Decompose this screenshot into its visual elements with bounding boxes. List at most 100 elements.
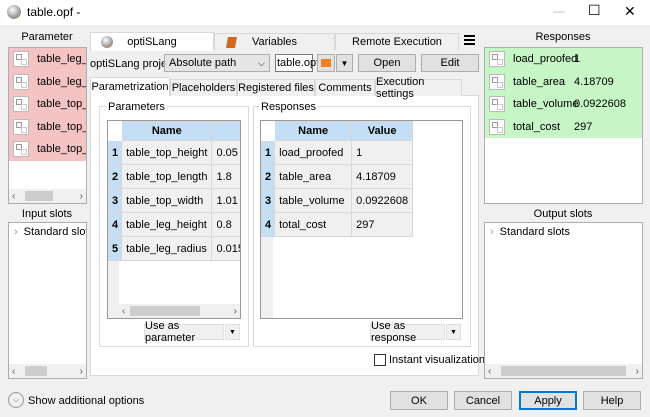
- chevron-down-icon: ⌵: [258, 57, 265, 68]
- ok-button[interactable]: OK: [390, 391, 448, 410]
- response-list-item[interactable]: table_area 4.18709: [485, 71, 642, 93]
- parameters-table[interactable]: Name 1 table_top_height 0.05 2 table_top_leng…: [107, 120, 241, 319]
- project-mode-dropdown[interactable]: Absolute path ⌵: [164, 54, 270, 72]
- responses-table[interactable]: Name Value 1 load_proofed 1 2 table_area 4.1870…: [260, 120, 463, 319]
- minimize-button[interactable]: —: [553, 4, 565, 18]
- responses-label: Responses: [535, 31, 591, 43]
- response-list-item[interactable]: total_cost 297: [485, 116, 642, 138]
- parameter-list-item[interactable]: table_leg_height: [9, 48, 86, 70]
- expand-options-icon[interactable]: ⌵: [8, 392, 24, 408]
- table-row[interactable]: 1 table_top_height 0.05: [108, 140, 240, 165]
- show-additional-options[interactable]: Show additional options: [28, 395, 144, 407]
- horizontal-scrollbar[interactable]: ‹ ›: [119, 304, 240, 318]
- value-cell[interactable]: 0.8: [211, 212, 240, 237]
- name-cell[interactable]: table_top_width: [121, 188, 213, 213]
- apply-button[interactable]: Apply: [519, 391, 577, 410]
- responses-list[interactable]: load_proofed 1 table_area 4.18709 table_volu…: [484, 47, 643, 204]
- name-cell[interactable]: table_area: [274, 164, 353, 189]
- name-cell[interactable]: table_top_length: [121, 164, 213, 189]
- browse-folder-button[interactable]: [317, 54, 335, 72]
- help-button[interactable]: Help: [583, 391, 641, 410]
- column-header[interactable]: Name: [274, 121, 353, 141]
- table-row[interactable]: 4 table_leg_height 0.8: [108, 212, 240, 237]
- column-header[interactable]: Name: [121, 121, 213, 141]
- parameter-list-item[interactable]: table_top_length: [9, 116, 86, 138]
- name-cell[interactable]: table_leg_radius: [121, 236, 213, 261]
- tab-variables[interactable]: Variables: [214, 33, 335, 50]
- use-as-parameter-dropdown[interactable]: ▼: [225, 324, 240, 340]
- response-list-item[interactable]: table_volume 0.0922608: [485, 93, 642, 115]
- subtab-execution-settings[interactable]: Execution settings: [375, 76, 462, 100]
- horizontal-scrollbar[interactable]: ‹ ›: [485, 364, 642, 378]
- output-slots-label: Output slots: [533, 208, 593, 220]
- open-button[interactable]: Open: [358, 54, 416, 72]
- parameter-list-item[interactable]: table_leg_radius: [9, 71, 86, 93]
- table-header-row: Name Value: [261, 121, 414, 141]
- name-cell[interactable]: table_volume: [274, 188, 353, 213]
- parameter-list[interactable]: table_leg_height table_leg_radius table_to…: [8, 47, 87, 204]
- subtab-parametrization[interactable]: Parametrization: [90, 77, 170, 96]
- input-slots-label: Input slots: [21, 208, 73, 220]
- name-cell[interactable]: load_proofed: [274, 140, 353, 165]
- table-row[interactable]: 4 total_cost 297: [261, 212, 414, 237]
- chevron-right-icon: ›: [490, 226, 494, 238]
- project-file-input[interactable]: table.opf: [275, 54, 319, 72]
- parameter-icon: [13, 96, 29, 112]
- horizontal-scrollbar[interactable]: ‹ ›: [9, 189, 86, 203]
- instant-visualization-checkbox[interactable]: [374, 354, 386, 366]
- response-icon: [489, 73, 505, 90]
- column-header[interactable]: Value: [351, 121, 414, 141]
- value-cell[interactable]: 0.015: [211, 236, 240, 261]
- use-as-parameter-button[interactable]: Use as parameter: [144, 320, 224, 344]
- tab-remote-execution[interactable]: Remote Execution: [335, 33, 459, 50]
- response-list-item[interactable]: load_proofed 1: [485, 48, 642, 70]
- tree-item-standard-slots[interactable]: ›Standard slots: [485, 223, 642, 241]
- response-name: total_cost: [513, 120, 561, 133]
- value-cell[interactable]: 4.18709: [351, 164, 414, 189]
- value-cell[interactable]: 1.8: [211, 164, 240, 189]
- close-button[interactable]: ✕: [624, 3, 636, 20]
- use-as-response-dropdown[interactable]: ▼: [446, 324, 461, 340]
- table-row[interactable]: 2 table_top_length 1.8: [108, 164, 240, 189]
- tab-optislang[interactable]: optiSLang: [90, 32, 214, 51]
- tree-item-standard-slots[interactable]: ›Standard slots: [9, 223, 86, 241]
- output-slots-tree[interactable]: › Standard slots ‹ ›: [484, 222, 643, 379]
- table-row[interactable]: 5table_leg_radius0.015: [108, 236, 240, 261]
- instant-visualization-label: Instant visualization: [389, 354, 485, 366]
- value-cell[interactable]: 0.0922608: [351, 188, 414, 213]
- parameter-list-item[interactable]: table_top_width: [9, 138, 86, 160]
- name-cell[interactable]: table_leg_height: [121, 212, 213, 237]
- parameter-icon: [13, 118, 29, 135]
- horizontal-scrollbar[interactable]: ‹ ›: [9, 364, 86, 378]
- parameters-group-title: Parameters: [106, 101, 167, 113]
- subtab-placeholders[interactable]: Placeholders: [170, 79, 237, 96]
- row-number: 2: [261, 164, 276, 189]
- input-slots-tree[interactable]: ›Standard slots ‹›: [8, 222, 87, 379]
- response-value: 297: [574, 120, 593, 133]
- subtab-registered-files[interactable]: Registered files: [237, 79, 315, 96]
- edit-button[interactable]: Edit: [421, 54, 479, 72]
- value-cell[interactable]: 1: [351, 140, 414, 165]
- parameter-name: table_top_height: [37, 98, 86, 110]
- value-cell[interactable]: 0.05: [211, 140, 240, 165]
- parameter-icon: [13, 73, 29, 90]
- parameter-name: table_leg_radius: [37, 75, 86, 88]
- value-cell[interactable]: 1.01: [211, 188, 240, 213]
- use-as-response-button[interactable]: Use as response: [370, 320, 445, 344]
- parameter-list-item[interactable]: table_top_height: [9, 93, 86, 115]
- variables-icon: [226, 36, 237, 48]
- app-logo-icon: [7, 5, 21, 19]
- table-row[interactable]: 1 load_proofed 1: [261, 140, 414, 165]
- maximize-button[interactable]: ☐: [588, 2, 601, 19]
- table-row[interactable]: 3 table_volume 0.0922608: [261, 188, 414, 213]
- table-row[interactable]: 3 table_top_width 1.01: [108, 188, 240, 213]
- row-number: 5: [108, 236, 123, 261]
- browse-dropdown-button[interactable]: ▼: [336, 54, 353, 72]
- cancel-button[interactable]: Cancel: [454, 391, 512, 410]
- table-row[interactable]: 2 table_area 4.18709: [261, 164, 414, 189]
- subtab-comments[interactable]: Comments: [315, 79, 375, 96]
- name-cell[interactable]: table_top_height: [121, 140, 213, 165]
- name-cell[interactable]: total_cost: [274, 212, 353, 237]
- menu-icon[interactable]: [464, 35, 475, 45]
- value-cell[interactable]: 297: [351, 212, 414, 237]
